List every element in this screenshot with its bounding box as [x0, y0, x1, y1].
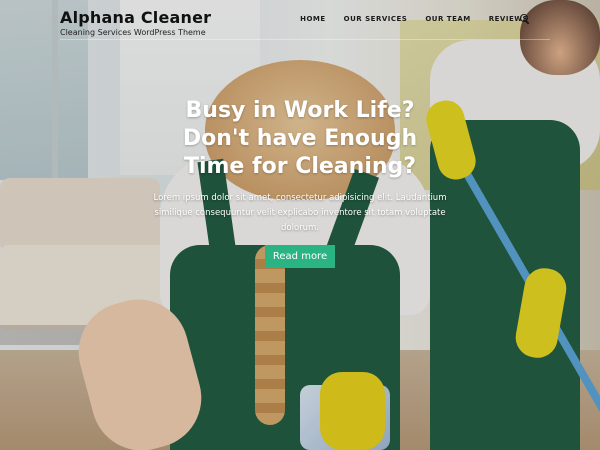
- hero-title: Busy in Work Life? Don't have Enough Tim…: [182, 98, 418, 179]
- hero-description: Lorem ipsum dolor sit amet, consectetur …: [153, 193, 447, 233]
- nav-our-services[interactable]: OUR SERVICES: [344, 15, 408, 23]
- site-title[interactable]: Alphana Cleaner: [60, 8, 211, 27]
- hero-content: Busy in Work Life? Don't have Enough Tim…: [150, 97, 450, 268]
- nav-our-team[interactable]: OUR TEAM: [425, 15, 470, 23]
- search-icon[interactable]: [520, 14, 530, 25]
- search-icon-handle: [525, 20, 530, 25]
- nav-home[interactable]: HOME: [300, 15, 326, 23]
- site-branding[interactable]: Alphana Cleaner Cleaning Services WordPr…: [60, 8, 211, 37]
- read-more-button[interactable]: Read more: [264, 245, 336, 268]
- main-nav: HOME OUR SERVICES OUR TEAM REVIEWS: [300, 15, 528, 23]
- hero-banner: Alphana Cleaner Cleaning Services WordPr…: [0, 0, 600, 450]
- site-tagline: Cleaning Services WordPress Theme: [60, 28, 206, 37]
- site-header: Alphana Cleaner Cleaning Services WordPr…: [0, 0, 600, 40]
- header-divider: [60, 39, 550, 40]
